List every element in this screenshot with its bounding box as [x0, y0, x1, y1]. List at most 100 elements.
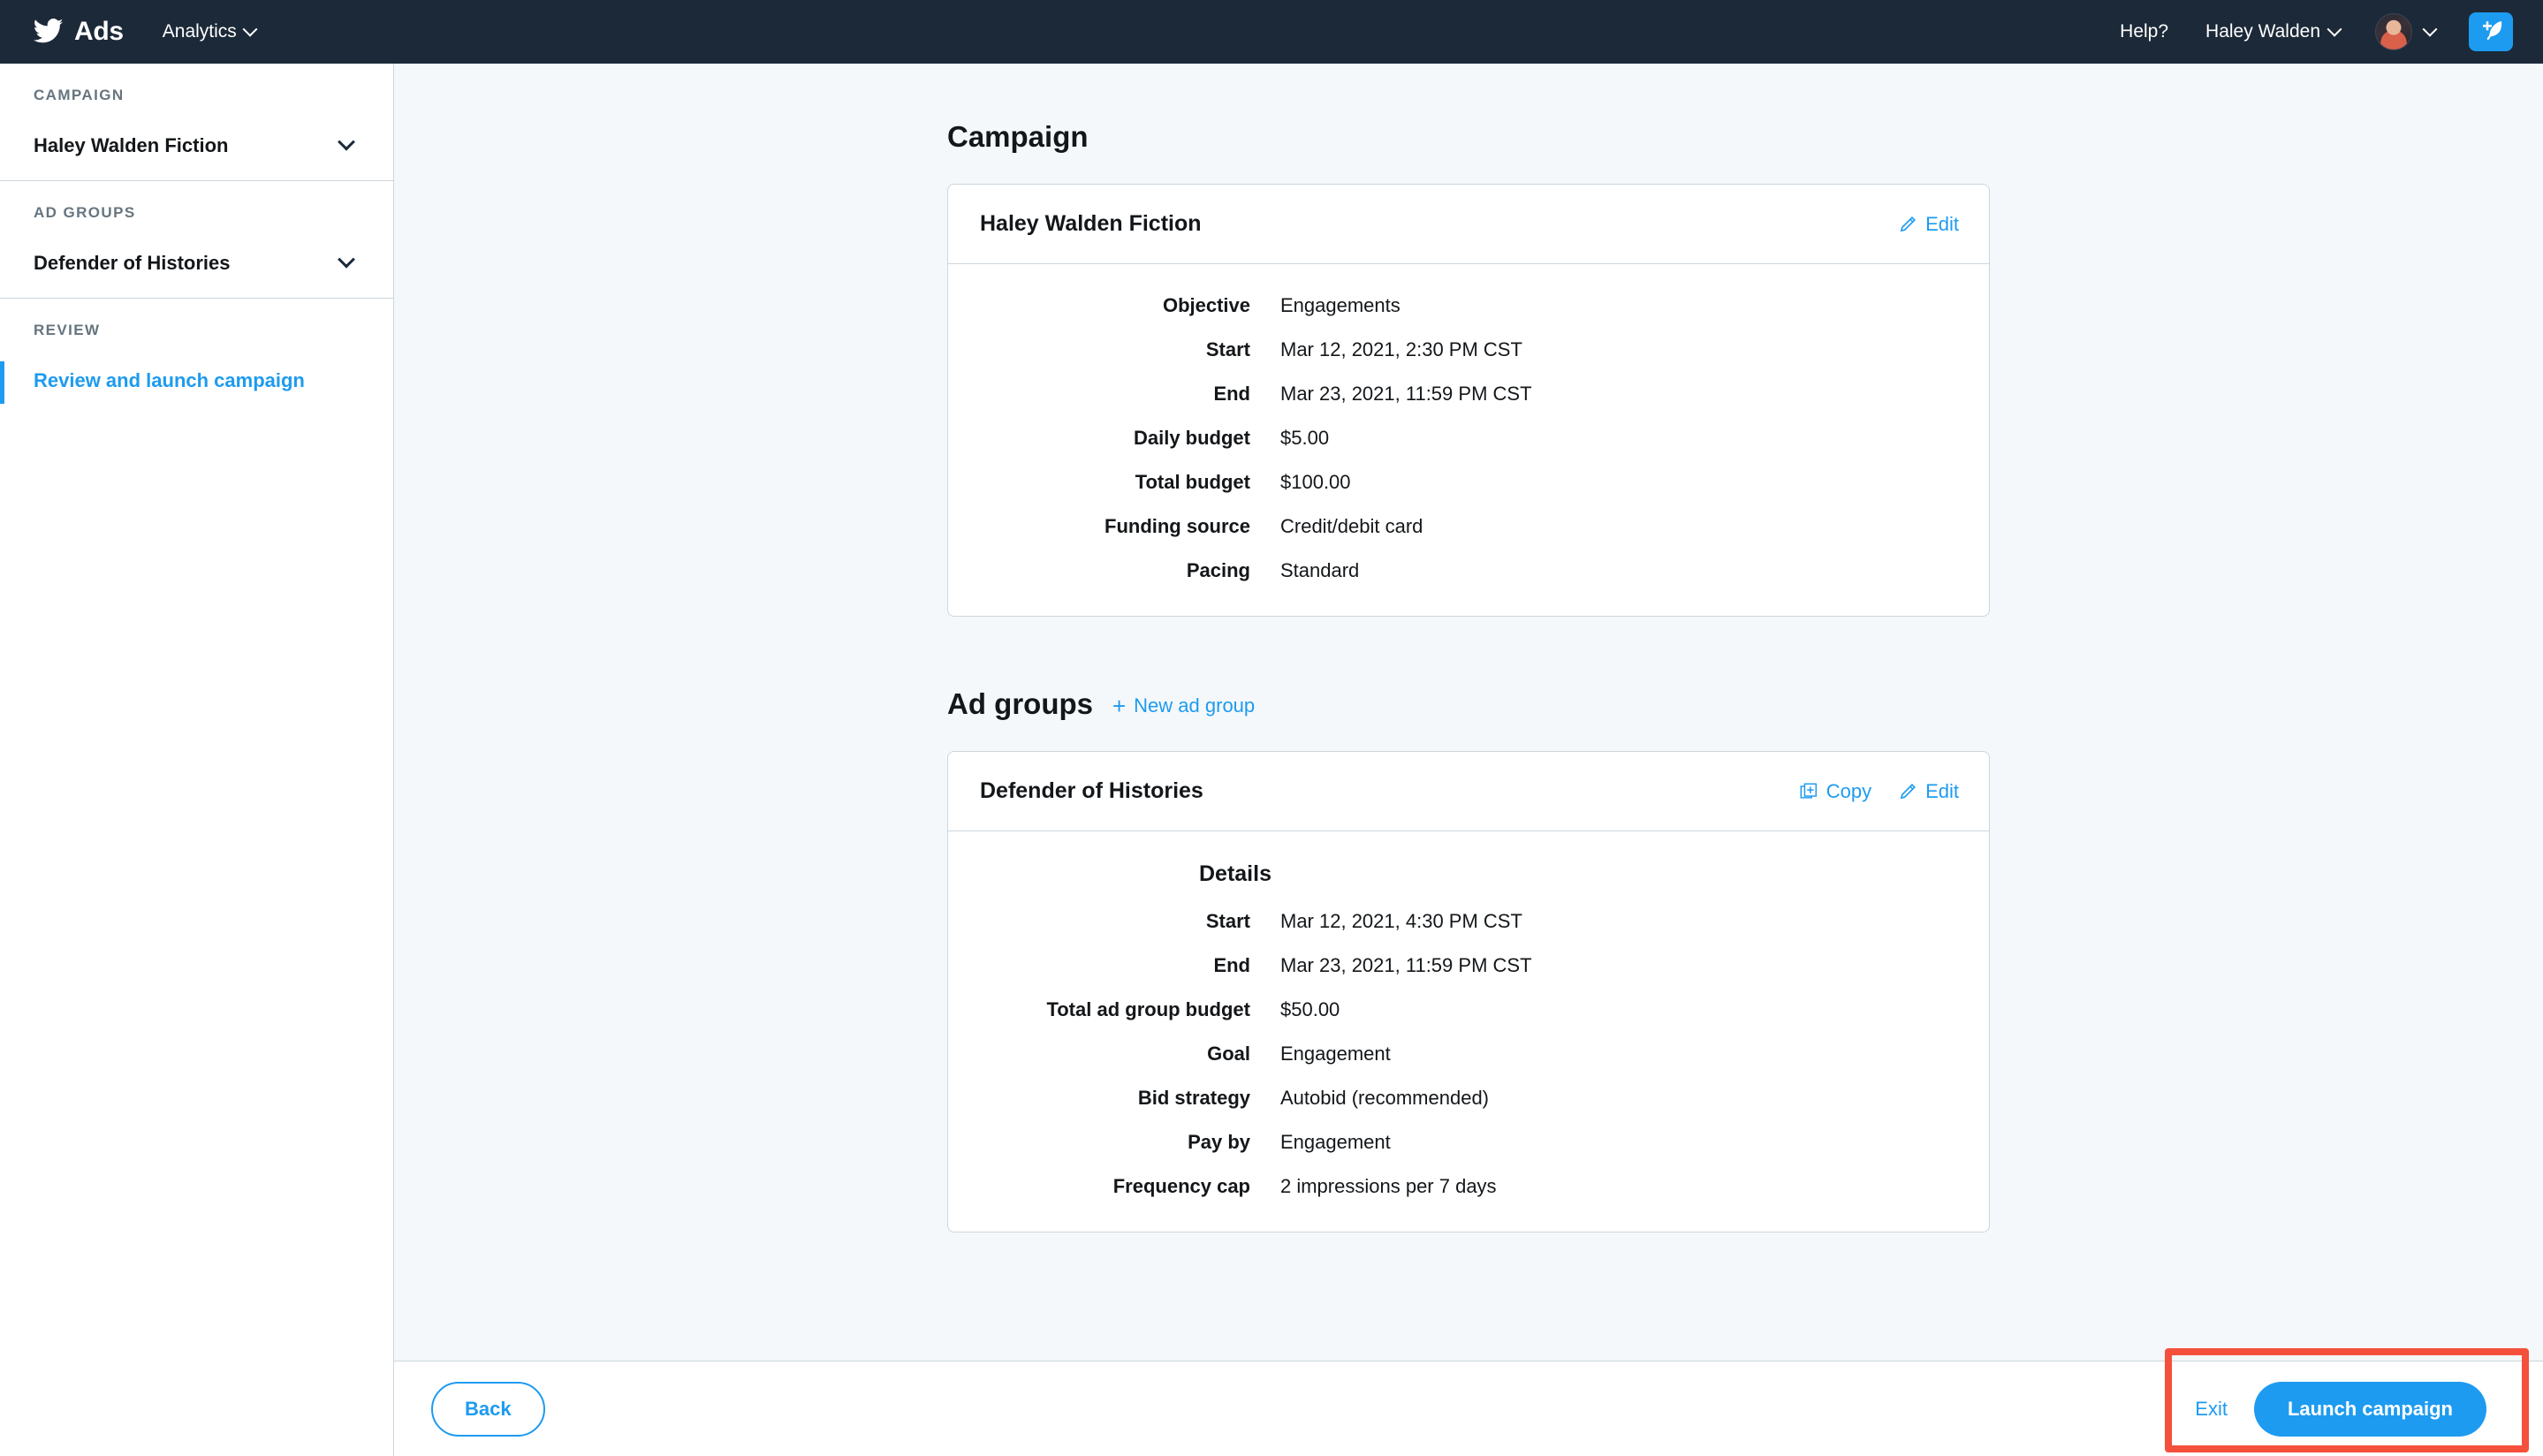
- detail-row: Daily budget $5.00: [980, 427, 1957, 450]
- ad-group-card-body: Details Start Mar 12, 2021, 4:30 PM CST …: [948, 831, 1989, 1232]
- ad-group-copy-label: Copy: [1826, 780, 1871, 803]
- detail-label: Total ad group budget: [980, 998, 1280, 1021]
- detail-label: End: [980, 383, 1280, 406]
- sidebar-section-label-campaign: CAMPAIGN: [0, 87, 393, 104]
- ad-group-edit-button[interactable]: Edit: [1898, 780, 1959, 803]
- campaign-card-header: Haley Walden Fiction Edit: [948, 185, 1989, 264]
- ad-group-card: Defender of Histories Copy: [947, 751, 1990, 1232]
- account-menu[interactable]: Haley Walden: [2205, 21, 2340, 42]
- sidebar-item-label-ad-group: Defender of Histories: [34, 252, 231, 275]
- ad-group-card-title: Defender of Histories: [980, 778, 1203, 804]
- detail-row: Start Mar 12, 2021, 2:30 PM CST: [980, 338, 1957, 361]
- ad-groups-header-row: Ad groups + New ad group: [947, 687, 1990, 721]
- detail-label: Start: [980, 338, 1280, 361]
- launch-campaign-button[interactable]: Launch campaign: [2254, 1382, 2486, 1437]
- detail-label: Pay by: [980, 1131, 1280, 1154]
- sidebar-section-label-review: REVIEW: [0, 322, 393, 339]
- detail-label: Frequency cap: [980, 1175, 1280, 1198]
- detail-label: Pacing: [980, 559, 1280, 582]
- exit-button[interactable]: Exit: [2195, 1398, 2228, 1421]
- ad-group-card-header: Defender of Histories Copy: [948, 752, 1989, 831]
- detail-row: Goal Engagement: [980, 1043, 1957, 1065]
- sidebar-section-ad-groups: AD GROUPS Defender of Histories: [0, 181, 393, 299]
- detail-label: Goal: [980, 1043, 1280, 1065]
- twitter-bird-icon: [32, 19, 64, 45]
- brand-logo[interactable]: Ads: [32, 17, 124, 47]
- nav-right-group: Help? Haley Walden: [2120, 12, 2513, 51]
- detail-label: Objective: [980, 294, 1280, 317]
- detail-value: $100.00: [1280, 471, 1351, 494]
- detail-row: End Mar 23, 2021, 11:59 PM CST: [980, 954, 1957, 977]
- detail-row: Start Mar 12, 2021, 4:30 PM CST: [980, 910, 1957, 933]
- detail-value: $5.00: [1280, 427, 1329, 450]
- brand-name: Ads: [74, 17, 124, 47]
- sidebar: CAMPAIGN Haley Walden Fiction AD GROUPS …: [0, 64, 394, 1456]
- ad-group-details-title: Details: [1199, 861, 1957, 887]
- sidebar-item-label-campaign: Haley Walden Fiction: [34, 134, 228, 157]
- top-navigation-bar: Ads Analytics Help? Haley Walden: [0, 0, 2543, 64]
- detail-value: $50.00: [1280, 998, 1340, 1021]
- detail-row: End Mar 23, 2021, 11:59 PM CST: [980, 383, 1957, 406]
- campaign-edit-label: Edit: [1925, 213, 1959, 236]
- nav-analytics-dropdown[interactable]: Analytics: [163, 21, 255, 42]
- sidebar-item-label-review: Review and launch campaign: [34, 369, 305, 392]
- page-title: Campaign: [947, 120, 1990, 154]
- detail-label: End: [980, 954, 1280, 977]
- main-content-area: Campaign Haley Walden Fiction Edit: [394, 64, 2543, 1361]
- plus-icon: +: [1112, 694, 1126, 717]
- detail-row: Funding source Credit/debit card: [980, 515, 1957, 538]
- campaign-edit-button[interactable]: Edit: [1898, 213, 1959, 236]
- detail-value: Mar 23, 2021, 11:59 PM CST: [1280, 954, 1532, 977]
- avatar[interactable]: [2375, 13, 2412, 50]
- detail-label: Start: [980, 910, 1280, 933]
- detail-label: Total budget: [980, 471, 1280, 494]
- pencil-icon: [1898, 782, 1917, 801]
- campaign-card-body: Objective Engagements Start Mar 12, 2021…: [948, 264, 1989, 616]
- detail-row: Pacing Standard: [980, 559, 1957, 582]
- detail-row: Pay by Engagement: [980, 1131, 1957, 1154]
- ad-group-edit-label: Edit: [1925, 780, 1959, 803]
- detail-value: 2 impressions per 7 days: [1280, 1175, 1497, 1198]
- detail-value: Mar 23, 2021, 11:59 PM CST: [1280, 383, 1532, 406]
- chevron-down-icon[interactable]: [2423, 22, 2438, 37]
- detail-row: Objective Engagements: [980, 294, 1957, 317]
- help-link[interactable]: Help?: [2120, 21, 2168, 42]
- ad-groups-title: Ad groups: [947, 687, 1093, 721]
- detail-value: Mar 12, 2021, 4:30 PM CST: [1280, 910, 1522, 933]
- detail-row: Bid strategy Autobid (recommended): [980, 1087, 1957, 1110]
- copy-icon: [1799, 782, 1818, 801]
- chevron-down-icon[interactable]: [338, 251, 355, 269]
- new-ad-group-label: New ad group: [1134, 694, 1255, 717]
- ad-group-card-actions: Copy Edit: [1799, 780, 1959, 803]
- chevron-down-icon: [2327, 22, 2342, 37]
- campaign-card: Haley Walden Fiction Edit Objective Enga…: [947, 184, 1990, 617]
- detail-label: Funding source: [980, 515, 1280, 538]
- back-button[interactable]: Back: [431, 1382, 545, 1437]
- detail-value: Engagements: [1280, 294, 1401, 317]
- detail-label: Bid strategy: [980, 1087, 1280, 1110]
- pencil-icon: [1898, 215, 1917, 234]
- sidebar-item-campaign[interactable]: Haley Walden Fiction: [0, 134, 393, 157]
- detail-value: Standard: [1280, 559, 1359, 582]
- ad-group-copy-button[interactable]: Copy: [1799, 780, 1871, 803]
- detail-value: Credit/debit card: [1280, 515, 1423, 538]
- new-ad-group-button[interactable]: + New ad group: [1112, 694, 1255, 717]
- nav-analytics-label: Analytics: [163, 21, 237, 42]
- sidebar-section-campaign: CAMPAIGN Haley Walden Fiction: [0, 64, 393, 181]
- sidebar-section-label-ad-groups: AD GROUPS: [0, 204, 393, 222]
- compose-tweet-button[interactable]: [2469, 12, 2513, 51]
- detail-label: Daily budget: [980, 427, 1280, 450]
- sidebar-item-ad-group[interactable]: Defender of Histories: [0, 252, 393, 275]
- detail-value: Mar 12, 2021, 2:30 PM CST: [1280, 338, 1522, 361]
- detail-row: Total budget $100.00: [980, 471, 1957, 494]
- compose-tweet-icon: [2478, 19, 2504, 44]
- detail-row: Frequency cap 2 impressions per 7 days: [980, 1175, 1957, 1198]
- footer-action-bar: Back Exit Launch campaign: [394, 1361, 2543, 1456]
- detail-value: Engagement: [1280, 1043, 1391, 1065]
- sidebar-item-review-and-launch[interactable]: Review and launch campaign: [0, 369, 393, 392]
- campaign-card-title: Haley Walden Fiction: [980, 211, 1202, 237]
- footer-right-actions: Exit Launch campaign: [2175, 1371, 2499, 1447]
- detail-value: Engagement: [1280, 1131, 1391, 1154]
- sidebar-section-review: REVIEW Review and launch campaign: [0, 299, 393, 415]
- chevron-down-icon[interactable]: [338, 133, 355, 151]
